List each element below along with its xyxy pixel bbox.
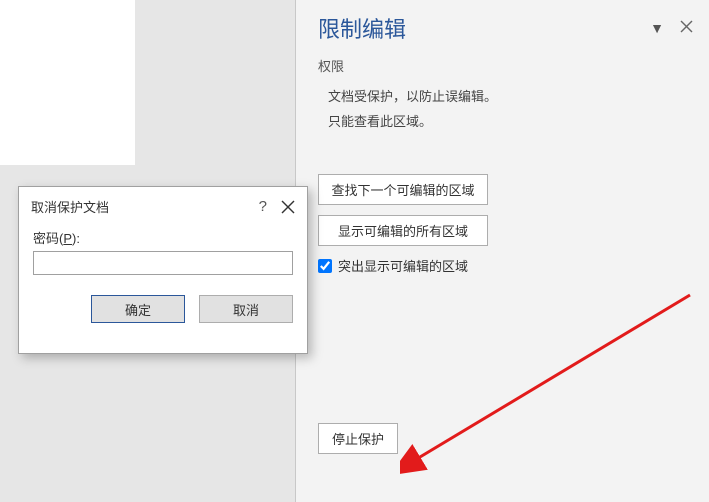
restrict-editing-panel: 限制编辑 ▼ 权限 文档受保护，以防止误编辑。 只能查看此区域。 查找下一个可编… [295, 0, 709, 502]
show-all-editable-button[interactable]: 显示可编辑的所有区域 [318, 215, 488, 246]
dialog-close-icon[interactable] [281, 200, 295, 214]
ok-button[interactable]: 确定 [91, 295, 185, 323]
password-input[interactable] [33, 251, 293, 275]
info-line-2: 只能查看此区域。 [328, 110, 693, 135]
panel-close-icon[interactable] [680, 20, 693, 36]
panel-header: 限制编辑 ▼ [318, 12, 693, 44]
unprotect-document-dialog: 取消保护文档 ? 密码(P): 确定 取消 [18, 186, 308, 354]
dialog-body: 密码(P): [19, 224, 307, 279]
info-line-1: 文档受保护，以防止误编辑。 [328, 85, 693, 110]
protection-info: 文档受保护，以防止误编辑。 只能查看此区域。 [318, 85, 693, 134]
find-next-editable-button[interactable]: 查找下一个可编辑的区域 [318, 174, 488, 205]
dialog-title: 取消保护文档 [31, 197, 109, 216]
highlight-editable-label: 突出显示可编辑的区域 [338, 256, 468, 275]
permissions-section-label: 权限 [318, 56, 693, 75]
dialog-buttons: 确定 取消 [19, 279, 307, 335]
highlight-editable-checkbox[interactable] [318, 259, 332, 273]
cancel-button[interactable]: 取消 [199, 295, 293, 323]
panel-dropdown-icon[interactable]: ▼ [650, 20, 664, 36]
highlight-editable-checkbox-row[interactable]: 突出显示可编辑的区域 [318, 256, 693, 275]
dialog-help-icon[interactable]: ? [259, 198, 267, 215]
panel-title: 限制编辑 [318, 12, 406, 44]
password-label: 密码(P): [33, 228, 293, 247]
document-page-background [0, 0, 135, 165]
panel-controls: ▼ [650, 20, 693, 36]
dialog-titlebar: 取消保护文档 ? [19, 187, 307, 224]
stop-protection-button[interactable]: 停止保护 [318, 423, 398, 454]
